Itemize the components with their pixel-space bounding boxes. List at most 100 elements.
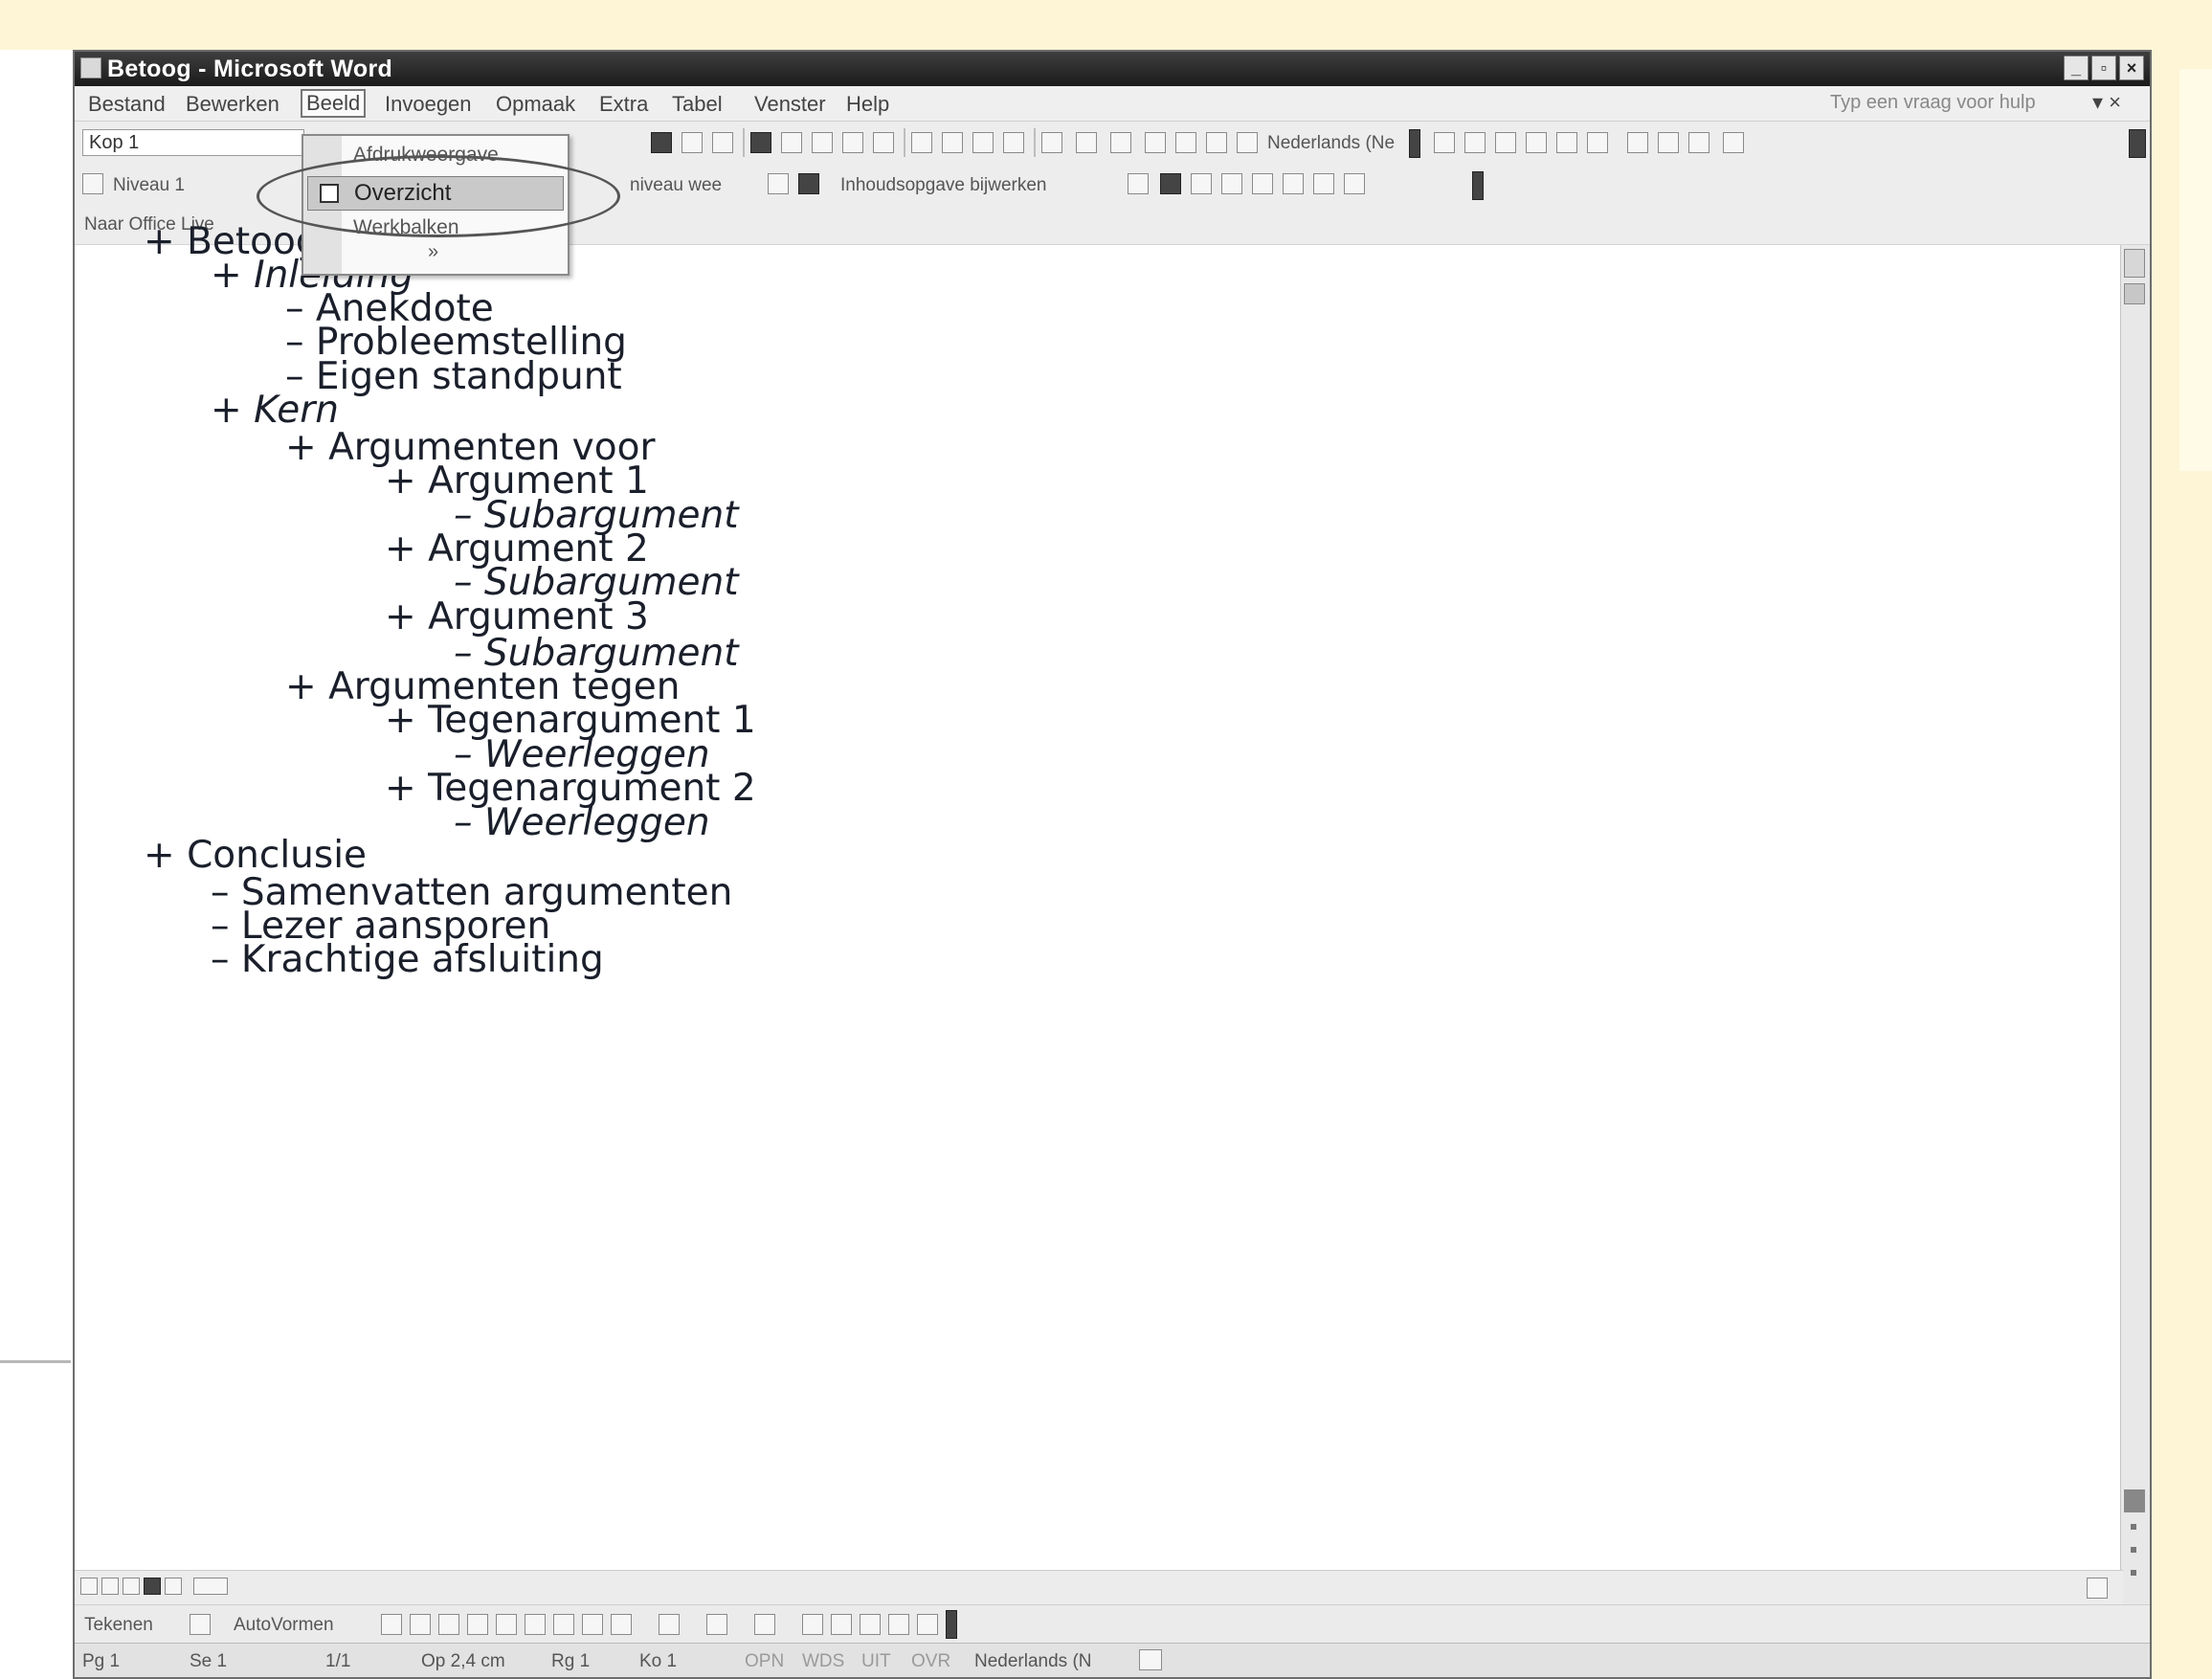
promote-icon[interactable]	[82, 173, 103, 194]
dash-style-icon[interactable]	[831, 1614, 852, 1635]
new-document-icon[interactable]	[1434, 132, 1455, 153]
increase-indent-icon[interactable]	[1003, 132, 1024, 153]
highlight-icon[interactable]	[1076, 132, 1097, 153]
help-search-box[interactable]: Typ een vraag voor hulp	[1830, 92, 2036, 114]
superscript-icon[interactable]	[1206, 132, 1227, 153]
menu-expand-icon[interactable]: »	[428, 241, 438, 263]
open-icon[interactable]	[1464, 132, 1486, 153]
language-select[interactable]: Nederlands (Ne	[1267, 133, 1395, 154]
textbox-icon[interactable]	[496, 1614, 517, 1635]
show-level-select[interactable]: niveau wee	[630, 175, 722, 196]
numbering-icon[interactable]	[911, 132, 932, 153]
spelling-icon[interactable]	[1556, 132, 1577, 153]
menu-invoegen[interactable]: Invoegen	[385, 92, 472, 117]
minimize-icon[interactable]: _	[2064, 56, 2089, 80]
line-style-icon[interactable]	[802, 1614, 823, 1635]
align-right-icon[interactable]	[812, 132, 833, 153]
3d-icon[interactable]	[917, 1614, 938, 1635]
fill-color-icon[interactable]	[659, 1614, 680, 1635]
bold-icon[interactable]	[651, 132, 672, 153]
merge-subdocument-icon[interactable]	[1313, 173, 1334, 194]
align-center-icon[interactable]	[781, 132, 802, 153]
goto-toc-icon[interactable]	[1128, 173, 1149, 194]
status-ext[interactable]: UIT	[861, 1651, 891, 1672]
drawing-icon[interactable]	[1688, 132, 1709, 153]
rectangle-icon[interactable]	[438, 1614, 459, 1635]
line-color-icon[interactable]	[706, 1614, 727, 1635]
show-first-line-icon[interactable]	[768, 173, 789, 194]
status-language[interactable]: Nederlands (N	[974, 1651, 1092, 1672]
picture-icon[interactable]	[611, 1614, 632, 1635]
bullets-icon[interactable]	[942, 132, 963, 153]
toolbar-grip[interactable]	[1409, 129, 1420, 158]
scroll-down-icon[interactable]	[2124, 1489, 2145, 1512]
insert-subdocument-icon[interactable]	[1283, 173, 1304, 194]
status-ovr[interactable]: OVR	[911, 1651, 950, 1672]
remove-subdocument-icon[interactable]	[1252, 173, 1273, 194]
select-browse-icon[interactable]	[2131, 1547, 2136, 1553]
next-page-icon[interactable]	[2131, 1570, 2136, 1576]
word-app-icon[interactable]	[80, 57, 101, 78]
show-formatting-icon[interactable]	[798, 173, 819, 194]
line-spacing-icon[interactable]	[873, 132, 894, 153]
menu-beeld[interactable]: Beeld	[301, 89, 367, 118]
oval-icon[interactable]	[467, 1614, 488, 1635]
previous-page-icon[interactable]	[2131, 1524, 2136, 1530]
undo-icon[interactable]	[1587, 132, 1608, 153]
diagram-icon[interactable]	[553, 1614, 574, 1635]
toolbar-grip[interactable]	[946, 1610, 957, 1639]
horizontal-scrollbar[interactable]	[193, 1578, 228, 1595]
border-icon[interactable]	[1041, 132, 1062, 153]
document-canvas[interactable]: + Betoog+ Inleiding– Anekdote– Probleems…	[75, 220, 2150, 1570]
underline-icon[interactable]	[712, 132, 733, 153]
subdocument-icon[interactable]	[1191, 173, 1212, 194]
menu-extra[interactable]: Extra	[599, 92, 648, 117]
outline-level-select[interactable]: Niveau 1	[113, 175, 185, 196]
restore-icon[interactable]: ▫	[2091, 56, 2116, 80]
align-left-icon[interactable]	[750, 132, 771, 153]
print-view-icon[interactable]	[123, 1578, 140, 1595]
web-view-icon[interactable]	[101, 1578, 119, 1595]
spelling-status-icon[interactable]	[1139, 1649, 1162, 1670]
clipart-icon[interactable]	[582, 1614, 603, 1635]
status-trk[interactable]: WDS	[802, 1651, 844, 1672]
menu-help[interactable]: Help	[846, 92, 889, 117]
menu-bewerken[interactable]: Bewerken	[186, 92, 279, 117]
menu-tabel[interactable]: Tabel	[672, 92, 723, 117]
arrow-icon[interactable]	[410, 1614, 431, 1635]
outline-item[interactable]: – Weerleggen	[454, 801, 710, 844]
status-rec[interactable]: OPN	[745, 1651, 784, 1672]
draw-menu[interactable]: Tekenen	[84, 1615, 153, 1636]
subscript-icon[interactable]	[1237, 132, 1258, 153]
print-icon[interactable]	[1526, 132, 1547, 153]
master-document-icon[interactable]	[1160, 173, 1181, 194]
decrease-indent-icon[interactable]	[972, 132, 994, 153]
reading-view-icon[interactable]	[165, 1578, 182, 1595]
shrink-font-icon[interactable]	[1175, 132, 1196, 153]
select-objects-icon[interactable]	[190, 1614, 211, 1635]
split-subdocument-icon[interactable]	[1344, 173, 1365, 194]
scroll-thumb[interactable]	[2124, 283, 2145, 304]
shadow-icon[interactable]	[888, 1614, 909, 1635]
scroll-up-icon[interactable]	[2124, 249, 2145, 278]
vertical-scrollbar[interactable]	[2120, 245, 2150, 1614]
update-toc-button[interactable]: Inhoudsopgave bijwerken	[840, 175, 1047, 196]
justify-icon[interactable]	[842, 132, 863, 153]
wordart-icon[interactable]	[525, 1614, 546, 1635]
create-subdocument-icon[interactable]	[1221, 173, 1242, 194]
menu-opmaak[interactable]: Opmaak	[496, 92, 575, 117]
columns-icon[interactable]	[1658, 132, 1679, 153]
toolbar-grip[interactable]	[2129, 129, 2146, 158]
style-select[interactable]: Kop 1	[82, 129, 304, 156]
outline-view-icon[interactable]	[144, 1578, 161, 1595]
scroll-right-icon[interactable]	[2087, 1578, 2108, 1599]
line-icon[interactable]	[381, 1614, 402, 1635]
document-close-icon[interactable]: ▾ ×	[2092, 90, 2121, 115]
save-icon[interactable]	[1495, 132, 1516, 153]
menu-bestand[interactable]: Bestand	[88, 92, 166, 117]
arrow-style-icon[interactable]	[860, 1614, 881, 1635]
close-icon[interactable]: ×	[2119, 56, 2144, 80]
normal-view-icon[interactable]	[80, 1578, 98, 1595]
toolbar-grip[interactable]	[1472, 171, 1484, 200]
italic-icon[interactable]	[681, 132, 703, 153]
